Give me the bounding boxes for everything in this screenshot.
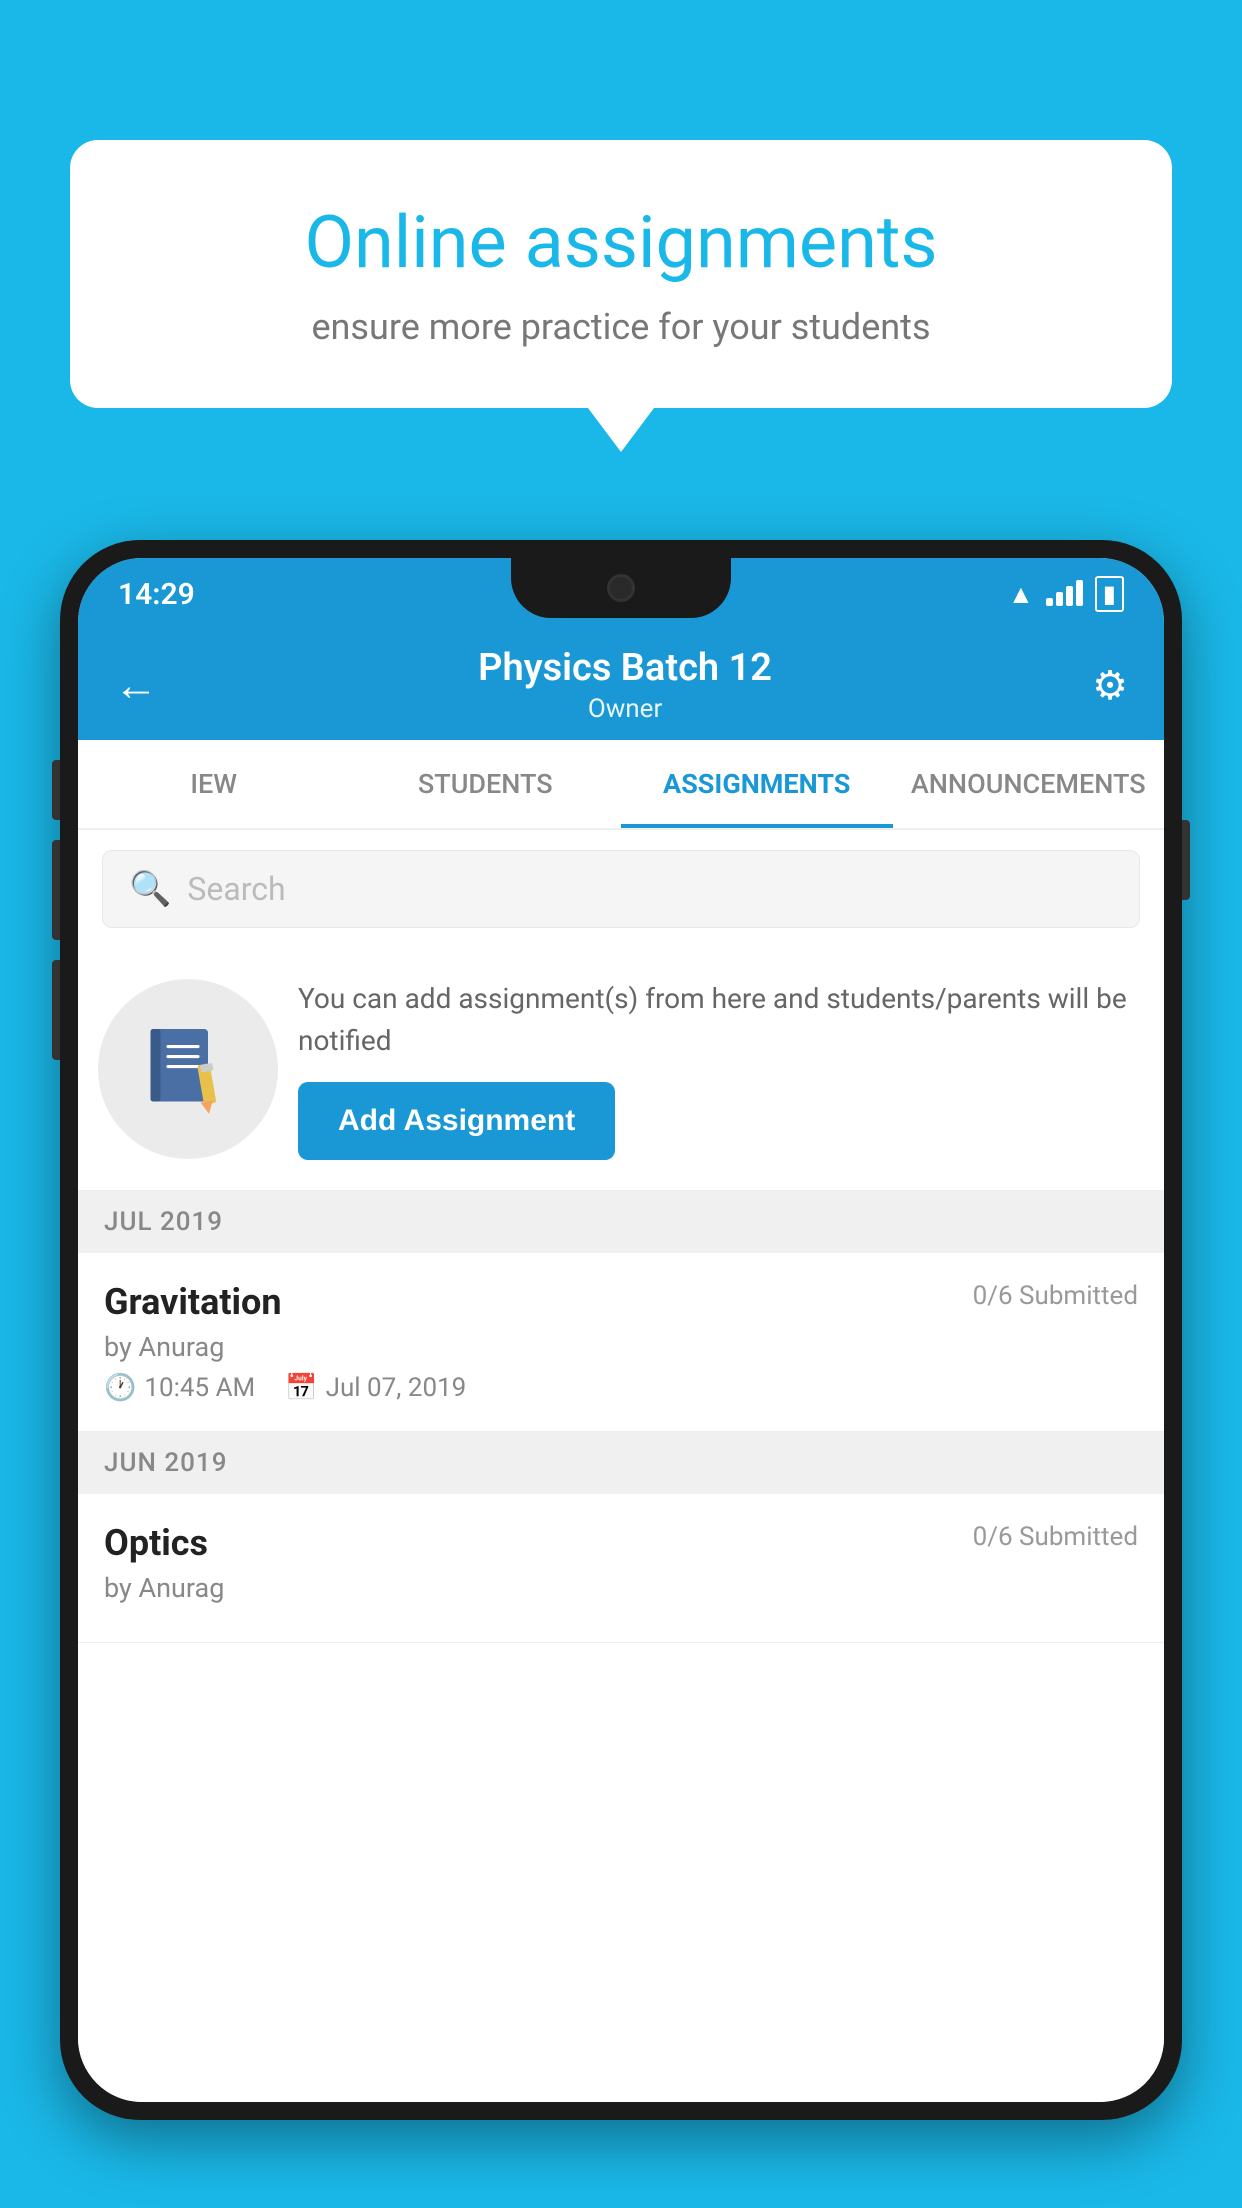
optics-status: 0/6 Submitted [973, 1522, 1138, 1552]
assignment-row1-optics: Optics 0/6 Submitted [104, 1522, 1138, 1564]
settings-button[interactable]: ⚙ [1092, 662, 1128, 709]
phone-wrapper: 14:29 ▲ ▮ ← Physics Batch 12 Owner ⚙ [60, 540, 1182, 2208]
meta-time: 🕐 10:45 AM [104, 1373, 255, 1403]
app-header: ← Physics Batch 12 Owner ⚙ [78, 630, 1164, 740]
optics-name: Optics [104, 1522, 208, 1564]
header-title-area: Physics Batch 12 Owner [478, 646, 772, 724]
phone-screen: 14:29 ▲ ▮ ← Physics Batch 12 Owner ⚙ [78, 558, 1164, 2102]
silent-button [52, 960, 60, 1060]
tab-iew[interactable]: IEW [78, 740, 350, 828]
back-button[interactable]: ← [114, 659, 158, 711]
optics-author: by Anurag [104, 1572, 1138, 1604]
time-value: 10:45 AM [144, 1373, 255, 1403]
power-button [1182, 820, 1190, 900]
clock-icon: 🕐 [104, 1373, 136, 1403]
notebook-icon-wrap [98, 979, 278, 1159]
phone-notch [511, 558, 731, 618]
assignment-author: by Anurag [104, 1331, 1138, 1363]
promo-right: You can add assignment(s) from here and … [298, 978, 1140, 1160]
status-icons: ▲ ▮ [1008, 576, 1124, 612]
batch-title: Physics Batch 12 [478, 646, 772, 690]
assignment-name: Gravitation [104, 1281, 282, 1323]
volume-up-button [52, 760, 60, 820]
section-jun-2019: JUN 2019 [78, 1432, 1164, 1494]
promo-area: Online assignments ensure more practice … [70, 140, 1172, 408]
date-value: Jul 07, 2019 [326, 1373, 467, 1403]
promo-description: You can add assignment(s) from here and … [298, 978, 1140, 1062]
assignment-item-optics[interactable]: Optics 0/6 Submitted by Anurag [78, 1494, 1164, 1643]
speech-bubble: Online assignments ensure more practice … [70, 140, 1172, 408]
owner-label: Owner [478, 694, 772, 724]
promo-headline: Online assignments [140, 200, 1102, 286]
add-assignment-button[interactable]: Add Assignment [298, 1082, 615, 1160]
tab-assignments[interactable]: ASSIGNMENTS [621, 740, 893, 828]
calendar-icon: 📅 [285, 1373, 317, 1403]
assignment-item-gravitation[interactable]: Gravitation 0/6 Submitted by Anurag 🕐 10… [78, 1253, 1164, 1432]
search-placeholder: Search [187, 870, 285, 908]
assignment-row1: Gravitation 0/6 Submitted [104, 1281, 1138, 1323]
section-jul-2019: JUL 2019 [78, 1191, 1164, 1253]
assignment-meta: 🕐 10:45 AM 📅 Jul 07, 2019 [104, 1373, 1138, 1403]
tab-announcements[interactable]: ANNOUNCEMENTS [893, 740, 1165, 828]
tabs-bar: IEW STUDENTS ASSIGNMENTS ANNOUNCEMENTS [78, 740, 1164, 830]
battery-icon: ▮ [1095, 576, 1124, 612]
screen-content: 🔍 Search [78, 830, 1164, 2102]
wifi-icon: ▲ [1008, 579, 1034, 610]
status-time: 14:29 [118, 577, 195, 612]
assignment-status: 0/6 Submitted [973, 1281, 1138, 1311]
add-assignment-promo: You can add assignment(s) from here and … [78, 948, 1164, 1191]
signal-icon [1046, 582, 1083, 606]
front-camera [607, 574, 635, 602]
promo-subtext: ensure more practice for your students [140, 306, 1102, 348]
meta-date: 📅 Jul 07, 2019 [285, 1373, 466, 1403]
volume-down-button [52, 840, 60, 940]
notebook-icon [138, 1019, 238, 1119]
search-icon: 🔍 [129, 869, 171, 909]
search-bar[interactable]: 🔍 Search [102, 850, 1140, 928]
tab-students[interactable]: STUDENTS [350, 740, 622, 828]
phone-outer: 14:29 ▲ ▮ ← Physics Batch 12 Owner ⚙ [60, 540, 1182, 2120]
search-bar-wrap: 🔍 Search [78, 830, 1164, 948]
